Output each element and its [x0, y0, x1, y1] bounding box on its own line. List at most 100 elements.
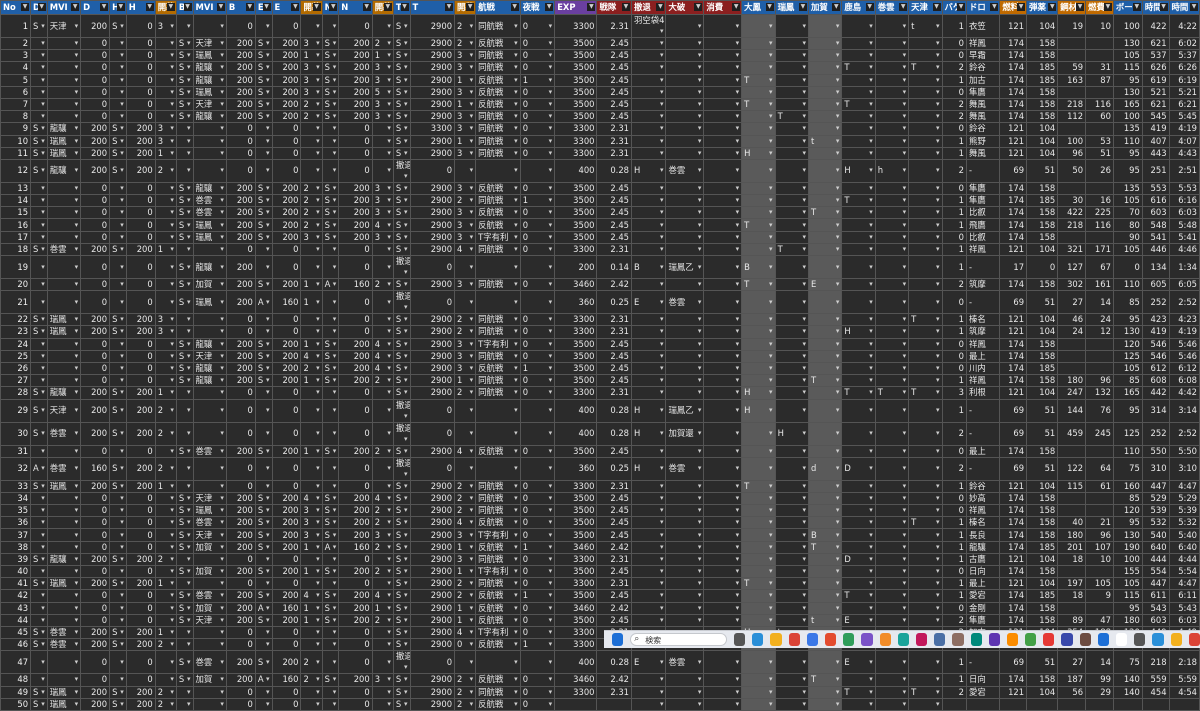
cell-fuel[interactable]: 174: [999, 218, 1028, 232]
cell-c3[interactable]: ▾: [807, 421, 843, 446]
cell-no[interactable]: 35: [0, 504, 32, 518]
dropdown-arrow-icon[interactable]: ▾: [266, 327, 270, 337]
cell-n[interactable]: S ▾: [321, 85, 340, 99]
dropdown-arrow-icon[interactable]: ▾: [220, 39, 224, 49]
cell-bake[interactable]: 1: [941, 73, 968, 87]
cell-c4[interactable]: T ▾: [841, 386, 876, 400]
cell-e[interactable]: S ▾: [254, 540, 273, 554]
cell-mvib[interactable]: 龍驤 ▾: [192, 255, 227, 279]
cell-h[interactable]: S ▾: [109, 638, 127, 652]
dropdown-arrow-icon[interactable]: ▾: [333, 493, 337, 503]
cell-c3[interactable]: ▾: [807, 589, 843, 603]
dropdown-arrow-icon[interactable]: ▾: [170, 405, 174, 416]
cell-c6[interactable]: T ▾: [908, 313, 943, 327]
dropdown-arrow-icon[interactable]: ▾: [333, 388, 337, 398]
dropdown-arrow-icon[interactable]: ▾: [170, 220, 174, 230]
dropdown-arrow-icon[interactable]: ▾: [75, 244, 79, 254]
cell-doro[interactable]: -: [965, 650, 1001, 675]
cell-steel[interactable]: [1057, 337, 1087, 351]
dropdown-arrow-icon[interactable]: ▾: [75, 165, 79, 176]
cell-kou[interactable]: ▾: [475, 158, 521, 183]
cell-bake[interactable]: 1: [941, 528, 968, 542]
dropdown-arrow-icon[interactable]: ▾: [698, 297, 702, 308]
cell-n[interactable]: ▾: [321, 14, 340, 38]
cell-nenpi[interactable]: 96: [1085, 528, 1114, 542]
dropdown-arrow-icon[interactable]: ▾: [549, 244, 553, 254]
cell-tettai[interactable]: ▾: [630, 230, 667, 244]
dropdown-arrow-icon[interactable]: ▾: [769, 481, 773, 491]
cell-d[interactable]: S ▾: [30, 479, 48, 493]
cell-taiha[interactable]: ▾: [665, 528, 705, 542]
dropdown-arrow-icon[interactable]: ▾: [836, 567, 840, 577]
cell-op2[interactable]: ▾: [300, 122, 323, 136]
dropdown-arrow-icon[interactable]: ▾: [514, 579, 518, 589]
dropdown-arrow-icon[interactable]: ▾: [836, 51, 840, 61]
dropdown-arrow-icon[interactable]: ▾: [549, 675, 553, 685]
dropdown-arrow-icon[interactable]: ▾: [869, 463, 873, 474]
cell-h[interactable]: ▾: [109, 218, 127, 232]
cell-n[interactable]: ▾: [321, 421, 340, 446]
cell-op3[interactable]: 4 ▾: [371, 337, 394, 351]
dropdown-arrow-icon[interactable]: ▾: [470, 388, 474, 398]
column-header-tettai[interactable]: 撤退 ▼: [630, 0, 667, 15]
cell-h2[interactable]: 200: [125, 685, 156, 699]
cell-op4[interactable]: 2 ▾: [454, 697, 477, 711]
cell-taiha[interactable]: ▾: [665, 242, 705, 257]
dropdown-arrow-icon[interactable]: ▾: [936, 554, 940, 564]
cell-b2[interactable]: 200: [225, 194, 256, 208]
cell-mvib[interactable]: ▾: [192, 325, 227, 339]
dropdown-arrow-icon[interactable]: ▾: [266, 518, 270, 528]
dropdown-arrow-icon[interactable]: ▾: [41, 687, 45, 697]
cell-b[interactable]: S ▾: [175, 564, 194, 579]
cell-time2[interactable]: 4:42: [1168, 386, 1200, 400]
cell-c4[interactable]: ▾: [841, 374, 876, 388]
cell-e2[interactable]: 0: [271, 146, 302, 160]
dropdown-arrow-icon[interactable]: ▾: [903, 220, 907, 230]
dropdown-arrow-icon[interactable]: ▾: [549, 530, 553, 540]
dropdown-arrow-icon[interactable]: ▾: [470, 75, 474, 85]
dropdown-arrow-icon[interactable]: ▾: [75, 687, 79, 697]
cell-c4[interactable]: ▾: [841, 36, 876, 51]
cell-e2[interactable]: 200: [271, 194, 302, 208]
cell-c2[interactable]: ▾: [774, 194, 809, 208]
cell-ammo[interactable]: 158: [1026, 110, 1059, 124]
cell-steel[interactable]: [1057, 504, 1087, 518]
dropdown-arrow-icon[interactable]: ▾: [549, 148, 553, 158]
dropdown-arrow-icon[interactable]: ▾: [387, 315, 391, 325]
cell-doro[interactable]: 隼鷹: [965, 181, 1001, 196]
cell-bauxite[interactable]: 95: [1112, 158, 1143, 183]
cell-bake[interactable]: 1: [941, 146, 968, 160]
cell-e2[interactable]: 0: [271, 421, 302, 446]
dropdown-arrow-icon[interactable]: ▾: [869, 687, 873, 697]
cell-n2[interactable]: 200: [338, 504, 373, 518]
dropdown-arrow-icon[interactable]: ▾: [698, 405, 702, 416]
cell-h2[interactable]: 0: [125, 49, 156, 63]
cell-nenpi[interactable]: 9: [1085, 589, 1114, 603]
dropdown-arrow-icon[interactable]: ▾: [75, 530, 79, 540]
dropdown-arrow-icon[interactable]: ▾: [387, 687, 391, 697]
dropdown-arrow-icon[interactable]: ▾: [769, 446, 773, 456]
dropdown-arrow-icon[interactable]: ▾: [170, 99, 174, 109]
cell-h[interactable]: S ▾: [109, 325, 127, 339]
dropdown-arrow-icon[interactable]: ▾: [316, 506, 320, 516]
dropdown-arrow-icon[interactable]: ▾: [514, 506, 518, 516]
cell-d[interactable]: ▾: [30, 97, 48, 112]
cell-h2[interactable]: 0: [125, 181, 156, 196]
cell-doro[interactable]: 鈴谷: [965, 122, 1001, 136]
dropdown-arrow-icon[interactable]: ▾: [769, 351, 773, 361]
cell-tettai[interactable]: E ▾: [630, 650, 667, 675]
cell-e[interactable]: A ▾: [254, 290, 273, 315]
cell-op3[interactable]: 2 ▾: [371, 277, 394, 292]
cell-mvib[interactable]: 巻雲 ▾: [192, 206, 227, 220]
dropdown-arrow-icon[interactable]: ▾: [869, 196, 873, 206]
column-header-d2[interactable]: D ▼: [80, 0, 111, 15]
dropdown-arrow-icon[interactable]: ▾: [316, 351, 320, 361]
cell-c2[interactable]: ▾: [774, 673, 809, 687]
dropdown-arrow-icon[interactable]: ▾: [187, 463, 191, 474]
cell-n2[interactable]: 200: [338, 564, 373, 579]
cell-mvib[interactable]: ▾: [192, 134, 227, 148]
cell-b2[interactable]: 0: [225, 158, 256, 183]
cell-exp[interactable]: 3300: [554, 479, 598, 493]
cell-op3[interactable]: 2 ▾: [371, 540, 394, 554]
dropdown-arrow-icon[interactable]: ▾: [266, 627, 270, 637]
